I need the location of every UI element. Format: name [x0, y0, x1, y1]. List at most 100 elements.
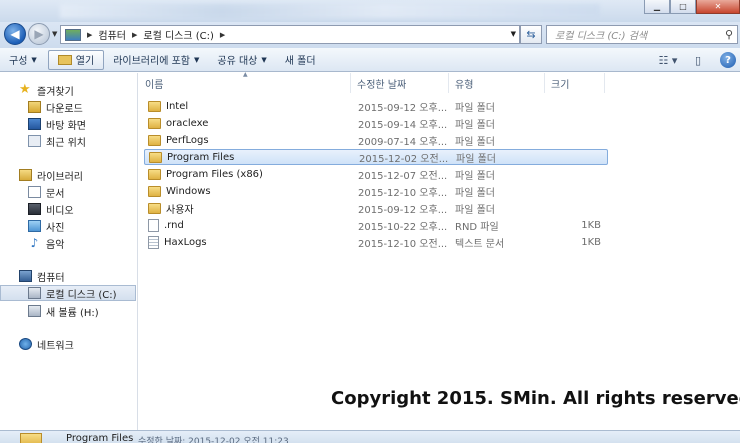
file-name: oraclexe [166, 117, 209, 129]
help-icon: ? [720, 52, 736, 68]
nav-computer[interactable]: 컴퓨터 [0, 268, 136, 284]
folder-icon [148, 185, 161, 197]
file-row[interactable]: 사용자 2015-09-12 오후... 파일 폴더 [144, 200, 608, 216]
file-row[interactable]: Intel 2015-09-12 오후... 파일 폴더 [144, 98, 608, 114]
library-icon [19, 169, 32, 181]
file-row[interactable]: Program Files (x86) 2015-12-07 오전... 파일 … [144, 166, 608, 182]
file-name: Program Files [167, 151, 235, 163]
back-button[interactable]: ◀ [4, 23, 26, 45]
file-type: 파일 폴더 [455, 170, 495, 182]
file-row[interactable]: oraclexe 2015-09-14 오후... 파일 폴더 [144, 115, 608, 131]
share-button[interactable]: 공유 대상 ▼ [208, 50, 275, 70]
file-name: 사용자 [166, 204, 194, 216]
refresh-button[interactable]: ⇆ [520, 25, 542, 44]
file-date: 2015-12-10 오후... [358, 187, 448, 199]
new-folder-button[interactable]: 새 폴더 [276, 50, 325, 70]
file-name: Windows [166, 185, 211, 197]
file-name-cell: Program Files [145, 151, 353, 163]
file-size: 1KB [581, 219, 601, 231]
nav-pictures-label: 사진 [46, 222, 65, 234]
breadcrumb-local-disk[interactable]: 로컬 디스크 (C:) [143, 27, 214, 42]
folder-icon [20, 433, 42, 443]
maximize-button[interactable]: □ [670, 0, 696, 14]
help-button[interactable]: ? [716, 50, 740, 70]
forward-button[interactable]: ▶ [28, 23, 50, 45]
close-button[interactable]: ✕ [696, 0, 740, 14]
column-size[interactable]: 크기 [545, 73, 605, 93]
sort-arrow-icon: ▲ [243, 71, 248, 78]
file-name: Intel [166, 100, 189, 112]
chevron-down-icon: ▼ [31, 55, 37, 64]
chevron-down-icon: ▼ [193, 55, 200, 64]
column-type[interactable]: 유형 [449, 73, 545, 93]
nav-computer-label: 컴퓨터 [37, 272, 65, 284]
chevron-down-icon: ▼ [261, 55, 267, 64]
nav-videos[interactable]: 비디오 [0, 201, 136, 217]
recent-pages-dropdown[interactable]: ▼ [52, 30, 57, 38]
nav-downloads[interactable]: 다운로드 [0, 99, 136, 115]
chevron-right-icon[interactable]: ▶ [132, 31, 137, 39]
file-date: 2015-12-10 오전... [358, 238, 448, 250]
nav-music[interactable]: ♪ 음악 [0, 235, 136, 251]
nav-desktop[interactable]: 바탕 화면 [0, 116, 136, 132]
address-row: ◀ ▶ ▼ ▶ 컴퓨터 ▶ 로컬 디스크 (C:) ▶ ▼ ⇆ 로컬 디스크 (… [0, 22, 740, 48]
nav-pictures[interactable]: 사진 [0, 218, 136, 234]
view-options-button[interactable]: ☷ ▾ [656, 50, 680, 70]
navigation-pane: ★ 즐겨찾기 다운로드 바탕 화면 최근 위치 라이브러리 문서 비디오 사진 … [0, 73, 138, 430]
file-name: Program Files (x86) [166, 168, 263, 180]
folder-icon [148, 202, 161, 214]
file-type: RND 파일 [455, 221, 499, 233]
folder-icon [148, 100, 161, 112]
breadcrumb-computer[interactable]: 컴퓨터 [98, 27, 126, 42]
file-name-cell: 사용자 [144, 201, 352, 216]
column-date-label: 수정한 날짜 [357, 79, 407, 91]
file-date: 2015-12-07 오전... [358, 170, 448, 182]
nav-documents[interactable]: 문서 [0, 184, 136, 200]
file-name-cell: oraclexe [144, 117, 352, 129]
chevron-right-icon[interactable]: ▶ [87, 31, 92, 39]
file-name: .rnd [164, 219, 184, 231]
column-name-label: 이름 [145, 79, 164, 91]
open-button[interactable]: 열기 [47, 49, 105, 70]
file-date: 2015-10-22 오후... [358, 221, 448, 233]
nav-libraries[interactable]: 라이브러리 [0, 167, 136, 183]
file-row-selected[interactable]: Program Files 2015-12-02 오전... 파일 폴더 [144, 149, 608, 165]
preview-pane-button[interactable]: ▯ [686, 50, 710, 70]
nav-local-disk[interactable]: 로컬 디스크 (C:) [0, 285, 136, 301]
file-row[interactable]: HaxLogs 2015-12-10 오전... 텍스트 문서 1KB [144, 234, 608, 250]
nav-recent[interactable]: 최근 위치 [0, 133, 136, 149]
nav-documents-label: 문서 [46, 188, 65, 200]
chevron-right-icon[interactable]: ▶ [220, 31, 225, 39]
minimize-button[interactable]: ▁ [644, 0, 670, 14]
search-icon[interactable]: ⚲ [725, 28, 733, 41]
file-row[interactable]: Windows 2015-12-10 오후... 파일 폴더 [144, 183, 608, 199]
include-library-button[interactable]: 라이브러리에 포함 ▼ [104, 50, 208, 70]
organize-button[interactable]: 구성 ▼ [0, 50, 46, 70]
file-name-cell: PerfLogs [144, 134, 352, 146]
details-pane: Program Files 수정한 날짜: 2015-12-02 오전 11:2… [0, 430, 740, 443]
nav-favorites[interactable]: ★ 즐겨찾기 [0, 82, 136, 98]
file-row[interactable]: .rnd 2015-10-22 오후... RND 파일 1KB [144, 217, 608, 233]
file-type: 파일 폴더 [455, 204, 495, 216]
nav-network[interactable]: 네트워크 [0, 336, 136, 352]
file-date: 2015-12-02 오전... [359, 153, 449, 165]
file-row[interactable]: PerfLogs 2009-07-14 오후... 파일 폴더 [144, 132, 608, 148]
computer-icon [19, 270, 32, 282]
star-icon: ★ [19, 82, 31, 97]
file-type: 텍스트 문서 [455, 238, 505, 250]
view-list-icon: ☷ ▾ [658, 53, 678, 67]
file-name: PerfLogs [166, 134, 209, 146]
address-bar[interactable]: ▶ 컴퓨터 ▶ 로컬 디스크 (C:) ▶ ▼ [60, 25, 520, 44]
file-date: 2015-09-12 오후... [358, 102, 448, 114]
chevron-down-icon[interactable]: ▼ [511, 30, 516, 38]
file-date: 2015-09-14 오후... [358, 119, 448, 131]
column-name[interactable]: ▲ 이름 [139, 71, 351, 93]
nav-new-volume[interactable]: 새 볼륨 (H:) [0, 303, 136, 319]
nav-videos-label: 비디오 [46, 205, 74, 217]
folder-icon [148, 134, 161, 146]
nav-music-label: 음악 [46, 239, 65, 251]
search-input[interactable]: 로컬 디스크 (C:) 검색 ⚲ [546, 25, 738, 44]
command-bar: 구성 ▼ 열기 라이브러리에 포함 ▼ 공유 대상 ▼ 새 폴더 ☷ ▾ ▯ ? [0, 48, 740, 72]
details-modified: 수정한 날짜: 2015-12-02 오전 11:23 [138, 437, 289, 443]
column-date[interactable]: 수정한 날짜 [351, 73, 449, 93]
